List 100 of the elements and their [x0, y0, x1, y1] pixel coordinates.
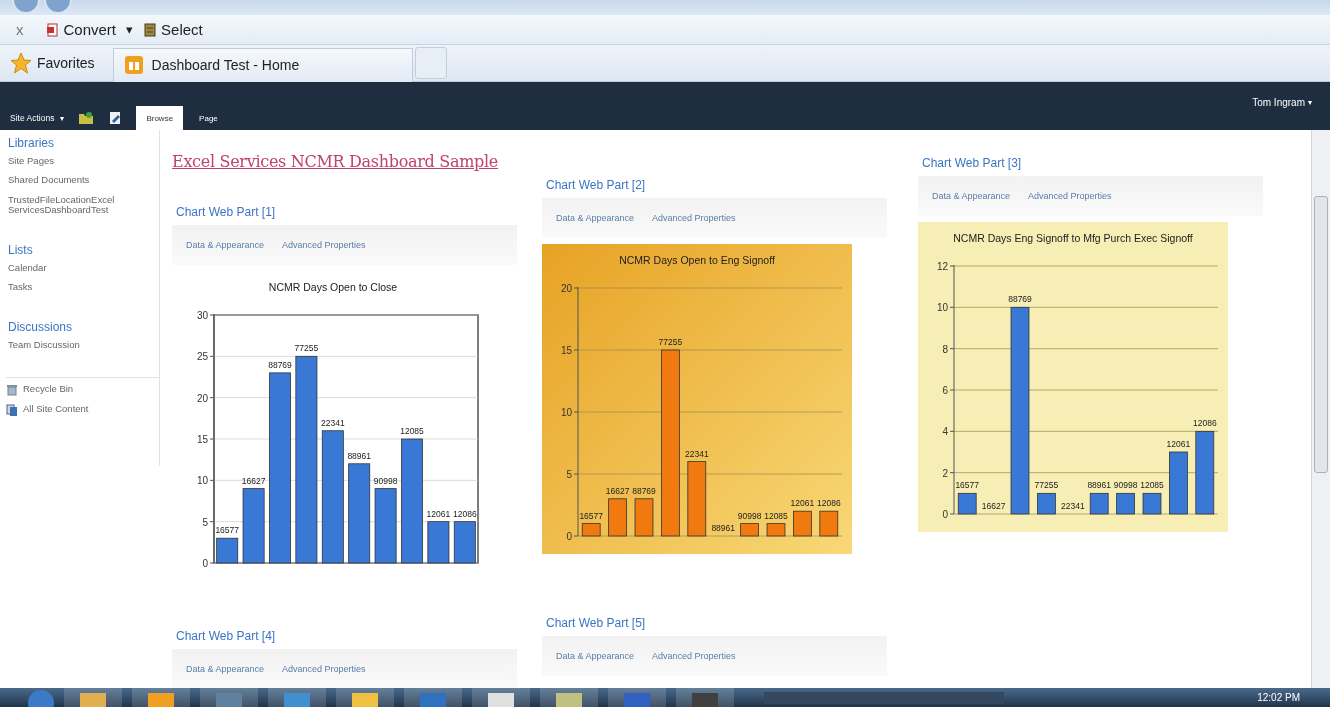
toolbar-link[interactable]: Advanced Properties — [1028, 191, 1112, 201]
bar-label: 16577 — [579, 510, 603, 521]
bar-label: 12085 — [764, 510, 788, 521]
sidebar-item[interactable]: Team Discussion — [8, 339, 159, 351]
axis-tick-label: 12 — [936, 261, 948, 272]
document-icon — [45, 22, 60, 37]
web-part-title: Chart Web Part [2] — [545, 178, 647, 192]
page-title-link[interactable]: Excel Services NCMR Dashboard Sample — [172, 152, 542, 171]
bar-label: 12061 — [790, 498, 815, 509]
dropdown-caret[interactable]: ▾ — [126, 22, 134, 37]
bar-label: 88961 — [347, 450, 371, 461]
taskbar-button[interactable] — [336, 688, 394, 707]
dropdown-caret[interactable]: ▾ — [60, 113, 65, 123]
bar-label: 77255 — [1034, 480, 1059, 491]
sidebar-item[interactable]: Tasks — [8, 282, 159, 293]
toolbar-link[interactable]: Advanced Properties — [282, 664, 366, 674]
user-menu[interactable]: Tom Ingram — [1252, 96, 1305, 108]
new-tab-button[interactable] — [414, 47, 447, 79]
toolbar-link[interactable]: Advanced Properties — [652, 213, 736, 223]
sidebar-item[interactable]: Site Pages — [8, 156, 159, 167]
taskbar-button[interactable] — [540, 688, 598, 707]
web-part-title: Chart Web Part [5] — [545, 616, 647, 630]
sidebar-item[interactable]: Calendar — [8, 262, 159, 274]
axis-tick-label: 10 — [936, 302, 948, 314]
axis-tick-label: 5 — [202, 516, 208, 528]
bar-label: 90998 — [1113, 480, 1138, 491]
axis-tick-label: 5 — [566, 469, 572, 480]
axis-tick-label: 10 — [560, 407, 572, 418]
sidebar-item[interactable]: Shared Documents — [8, 175, 159, 186]
bar-label: 12061 — [426, 508, 451, 519]
favorites-button[interactable]: Favorites — [37, 55, 95, 71]
bar-label: 22341 — [1061, 501, 1085, 511]
axis-tick-label: 10 — [196, 475, 208, 487]
bar-label: 90998 — [373, 475, 398, 486]
toolbar-button[interactable]: Convert — [63, 21, 117, 38]
bar-label: 22341 — [685, 448, 709, 459]
bar-label: 12086 — [1193, 418, 1217, 429]
taskbar-button[interactable] — [676, 688, 734, 707]
axis-tick-label: 25 — [196, 351, 208, 363]
axis-tick-label: 0 — [942, 509, 948, 520]
toolbar-link[interactable]: Data & Appearance — [556, 651, 635, 661]
ribbon-tab[interactable]: Page — [189, 106, 228, 130]
bar-label: 77255 — [658, 337, 683, 347]
toolbar-link[interactable]: Data & Appearance — [932, 191, 1011, 201]
axis-tick-label: 0 — [566, 531, 572, 542]
scrollbar[interactable] — [1311, 130, 1330, 688]
sidebar-item[interactable]: TrustedFileLocationExcel ServicesDashboardTest — [8, 194, 159, 216]
scrollbar-thumb[interactable] — [1314, 196, 1328, 473]
bar-label: 22341 — [321, 417, 345, 428]
axis-tick-label: 0 — [202, 558, 208, 569]
documents-icon — [6, 403, 18, 416]
sidebar-heading[interactable]: Discussions — [8, 319, 159, 334]
bar-label: 88769 — [268, 359, 292, 370]
axis-tick-label: 20 — [196, 392, 208, 404]
toolbar-link[interactable]: Data & Appearance — [556, 213, 635, 223]
toolbar-link[interactable]: Data & Appearance — [186, 664, 265, 674]
ribbon-tab[interactable]: Browse — [136, 106, 184, 130]
sidebar-item[interactable]: Recycle Bin — [23, 384, 74, 395]
web-part-title: Chart Web Part [3] — [921, 156, 1023, 170]
document-icon — [143, 22, 158, 37]
bar-label: 88961 — [711, 523, 735, 533]
bar-label: 88769 — [632, 485, 656, 496]
browser-tab[interactable]: Dashboard Test - Home — [112, 47, 413, 82]
bar-label: 12086 — [453, 508, 477, 519]
site-actions-menu[interactable]: Site Actions — [10, 113, 55, 123]
axis-tick-label: 4 — [942, 426, 948, 438]
bar-label: 77255 — [294, 343, 319, 354]
site-icon — [123, 55, 144, 75]
axis-tick-label: 2 — [942, 467, 948, 479]
taskbar-button[interactable] — [132, 688, 190, 707]
axis-tick-label: 20 — [560, 283, 572, 294]
sidebar-heading[interactable]: Libraries — [8, 136, 159, 150]
bar-label: 12085 — [400, 426, 424, 436]
star-icon — [10, 52, 32, 74]
axis-tick-label: 30 — [196, 310, 208, 321]
clock-text: 12:02 PM — [1257, 692, 1300, 703]
sidebar-heading[interactable]: Lists — [8, 242, 159, 257]
web-part-title: Chart Web Part [1] — [175, 205, 277, 219]
bar-label: 16577 — [215, 525, 239, 536]
dropdown-caret[interactable]: ▾ — [1308, 97, 1312, 107]
toolbar-link[interactable]: Advanced Properties — [652, 651, 736, 661]
sidebar-item[interactable]: All Site Content — [23, 403, 89, 414]
chart-title: NCMR Days Open to Eng Signoff — [619, 254, 775, 266]
bar-label: 16627 — [241, 475, 266, 486]
bar-label: 16627 — [605, 485, 630, 496]
bar-label: 12085 — [1140, 480, 1164, 491]
taskbar-button[interactable] — [472, 688, 530, 707]
chart-title: NCMR Days Open to Close — [268, 281, 398, 293]
bar-label: 12061 — [1166, 439, 1191, 449]
bar-label: 16627 — [981, 501, 1006, 511]
close-button[interactable]: x — [16, 21, 24, 38]
toolbar-button[interactable]: Select — [161, 21, 203, 38]
bar-label: 88769 — [1008, 294, 1032, 305]
edit-page-icon — [108, 111, 123, 125]
axis-tick-label: 6 — [942, 385, 948, 396]
taskbar-button[interactable] — [64, 688, 122, 707]
trash-bin-icon — [6, 384, 18, 397]
toolbar-link[interactable]: Advanced Properties — [282, 240, 366, 250]
toolbar-link[interactable]: Data & Appearance — [186, 240, 265, 250]
bar-label: 90998 — [737, 510, 762, 521]
